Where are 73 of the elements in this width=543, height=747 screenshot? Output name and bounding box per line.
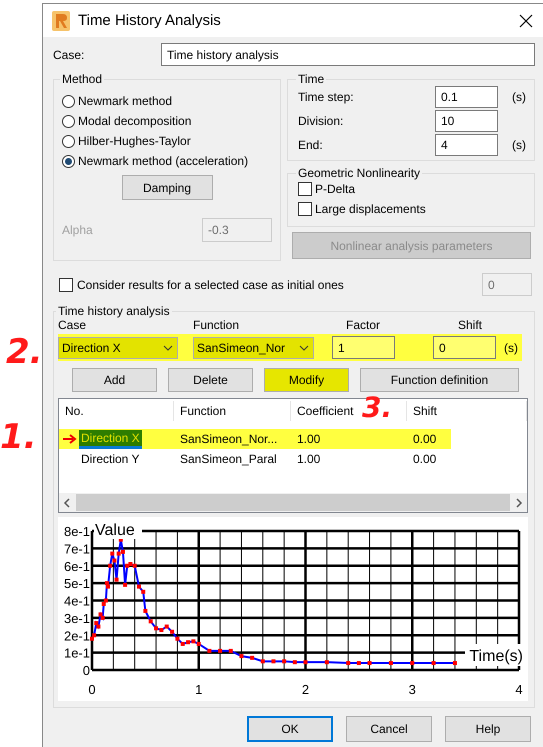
table-cell-text: 1.00	[296, 452, 322, 466]
case-label: Case:	[53, 48, 86, 62]
group-title: Geometric Nonlinearity	[297, 166, 422, 180]
x-tick-label: 3	[408, 682, 416, 697]
y-tick-label: 1e-1	[64, 646, 90, 661]
field-label: Factor	[346, 318, 382, 332]
y-tick-label: 4e-1	[64, 594, 90, 608]
column-header[interactable]: Shift	[413, 404, 438, 418]
table-cell-text: SanSimeon_Nor...	[179, 432, 278, 446]
unit-label: (s)	[512, 90, 526, 104]
checkbox-label: P-Delta	[315, 182, 356, 196]
group-title: Time	[297, 72, 326, 86]
radio-label: Newmark method	[78, 94, 172, 108]
factor-field[interactable]: 1	[332, 336, 395, 359]
field-label: End:	[298, 138, 324, 152]
y-tick-label: 6e-1	[64, 558, 90, 574]
y-tick-label: 3e-1	[64, 610, 90, 626]
table-cell-text: 1.00	[296, 432, 322, 446]
x-tick-label: 2	[302, 682, 310, 697]
field-label: Division:	[298, 114, 344, 128]
damping-button[interactable]: Damping	[122, 175, 212, 200]
list-row[interactable]: Direction X SanSimeon_Nor... 1.00 0.00	[59, 429, 451, 449]
field-label: Time step:	[298, 90, 355, 104]
x-axis-label: Time(s)	[469, 648, 523, 665]
table-cell-text: 0.00	[412, 452, 438, 466]
field-label: Shift	[458, 318, 482, 332]
column-header[interactable]: No.	[65, 404, 84, 418]
y-axis-label: Value	[95, 522, 135, 539]
group-title: Method	[61, 72, 104, 86]
function-dropdown[interactable]: SanSimeon_Nor	[193, 336, 314, 358]
field-label: Case	[58, 318, 88, 332]
table-cell: Direction X	[79, 430, 142, 448]
field-label: Function	[193, 318, 240, 332]
x-tick-label: 4	[515, 682, 523, 697]
shift-field[interactable]: 0	[433, 336, 496, 359]
y-tick-label: 2e-1	[64, 628, 90, 644]
radio-label: Hilber-Hughes-Taylor	[78, 134, 191, 148]
case-dropdown[interactable]: Direction X	[58, 336, 178, 358]
handwritten-annotation: 3.	[362, 394, 392, 422]
checkbox-label: Consider results for a selected case as initial ones	[77, 278, 345, 292]
radio-label: Newmark method (acceleration)	[78, 154, 248, 168]
dialog-button[interactable]: OK	[247, 716, 333, 742]
handwritten-annotation: 2.	[6, 335, 43, 369]
column-header[interactable]: Coefficient	[297, 404, 354, 418]
list-row[interactable]: Direction Y SanSimeon_Paral 1.00 0.00	[59, 449, 451, 469]
dialog-button[interactable]: Cancel	[346, 716, 432, 742]
time-field[interactable]: 4	[435, 134, 498, 156]
action-button[interactable]: Function definition	[360, 368, 519, 392]
column-header[interactable]: Function	[180, 404, 226, 418]
unit-label: (s)	[512, 138, 526, 152]
table-cell-text: Direction Y	[80, 451, 140, 467]
x-tick-label: 0	[88, 682, 96, 697]
table-cell-text: SanSimeon_Paral	[179, 452, 278, 466]
checkbox-label: Large displacements	[315, 202, 426, 216]
y-tick-label: 5e-1	[64, 576, 90, 592]
window-title: Time History Analysis	[78, 12, 222, 29]
group-title: Time history analysis	[57, 304, 171, 318]
y-tick-label: 8e-1	[64, 524, 90, 539]
radio-label: Modal decomposition	[78, 114, 192, 128]
y-tick-label: 7e-1	[64, 541, 90, 556]
alpha-label: Alpha	[62, 223, 94, 237]
time-field[interactable]: 0.1	[435, 86, 498, 108]
unit-label: (s)	[504, 340, 518, 354]
action-button[interactable]: Delete	[168, 368, 253, 392]
case-name-field[interactable]: Time history analysis	[161, 43, 535, 66]
dialog-button[interactable]: Help	[445, 716, 531, 742]
action-button[interactable]: Add	[72, 368, 157, 392]
handwritten-annotation: 1.	[0, 420, 37, 454]
x-tick-label: 1	[195, 682, 202, 697]
y-tick-label: 0	[82, 663, 90, 678]
action-button[interactable]: Modify	[264, 368, 349, 392]
table-cell-text: 0.00	[412, 432, 438, 446]
time-field[interactable]: 10	[435, 110, 498, 132]
